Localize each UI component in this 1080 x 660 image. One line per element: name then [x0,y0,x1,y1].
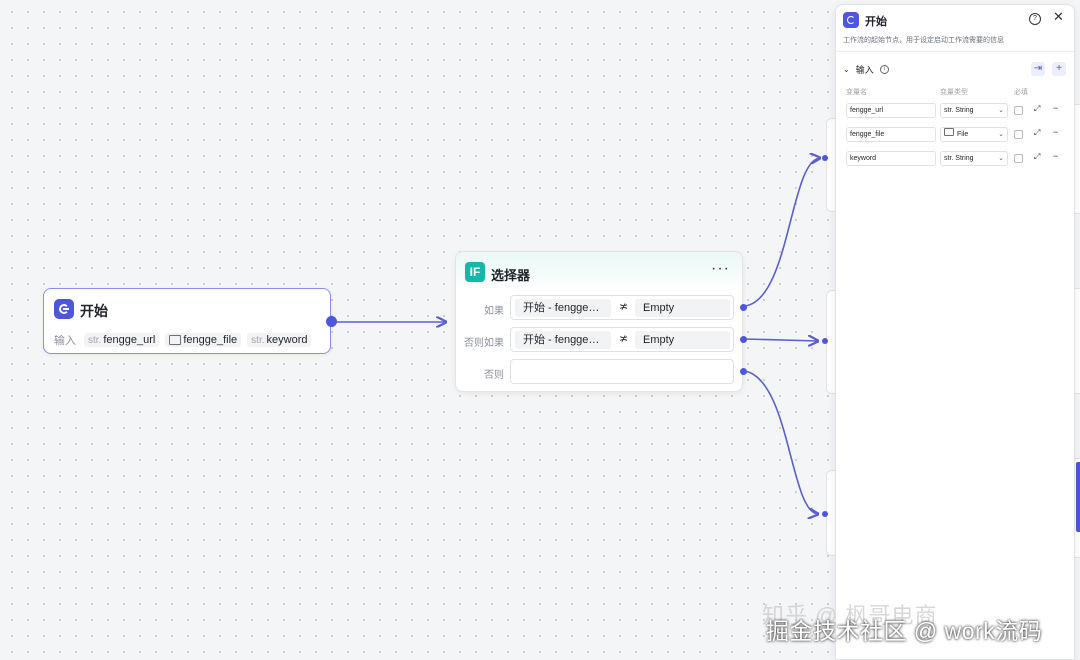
watermark-juejin: 掘金技术社区 @ work流码 [766,618,1043,644]
start-icon [843,12,859,28]
condition-label: 否则如果 [464,338,504,349]
condition-label: 如果 [484,306,504,317]
param-tag: str. fengge_url [84,333,160,347]
variable-name-input[interactable]: fengge_url [846,103,936,118]
condition-left-operand[interactable]: 开始 - fengge… [515,299,611,317]
operator-icon[interactable]: ≭ [619,332,628,345]
param-tag: fengge_file [165,333,242,347]
section-title: 输入 [855,65,874,75]
selector-node-title: 选择器 [491,268,531,283]
remove-variable-button[interactable]: − [1053,127,1058,137]
expand-icon[interactable]: ⤢ [1034,128,1040,138]
remove-variable-button[interactable]: − [1053,151,1058,161]
info-icon[interactable]: i [879,65,889,74]
chevron-down-icon[interactable]: ⌄ [843,65,850,74]
operator-icon[interactable]: ≭ [619,300,628,313]
input-label: 输入 [54,335,76,347]
divider [836,51,1074,52]
expand-icon[interactable]: ⤢ [1034,104,1040,114]
condition-label: 否则 [484,370,504,381]
more-options-icon[interactable]: ··· [711,260,730,278]
close-icon[interactable]: ✕ [1053,9,1064,25]
help-icon[interactable]: ? [1029,13,1041,25]
variable-type-select[interactable]: File ⌄ [940,127,1008,142]
variable-type-select[interactable]: str. String ⌄ [940,103,1008,118]
if-output-port[interactable] [740,304,747,311]
import-button[interactable]: ⇥ [1031,62,1045,76]
edge-else-branch [744,370,818,514]
add-variable-button[interactable]: + [1052,62,1066,76]
column-header-name: 变量名 [846,89,867,96]
chevron-down-icon: ⌄ [998,107,1004,114]
variable-name-input[interactable]: fengge_file [846,127,936,142]
edge-elseif-branch [744,339,818,341]
condition-right-operand[interactable]: Empty [635,299,730,317]
start-node-inputs: 输入 str. fengge_url fengge_file str. keywor… [54,332,312,348]
input-section-header[interactable]: ⌄ 输入 i [843,63,889,76]
column-header-type: 变量类型 [940,89,968,96]
condition-row-elseif[interactable]: 开始 - fengge… ≭ Empty [510,327,734,352]
next-node-2-input-port[interactable] [822,338,828,344]
folder-icon [944,128,954,136]
next-node-3-input-port[interactable] [822,511,828,517]
start-output-port[interactable] [326,316,337,327]
panel-title: 开始 [865,16,887,28]
if-icon: IF [465,262,485,282]
variable-type-select[interactable]: str. String ⌄ [940,151,1008,166]
folder-icon [169,335,182,345]
next-node-1-input-port[interactable] [822,155,828,161]
panel-description: 工作流的起始节点，用于设定启动工作流需要的信息 [843,37,1004,44]
condition-left-operand[interactable]: 开始 - fengge… [515,331,611,349]
column-header-required: 必填 [1014,89,1028,96]
variable-name-input[interactable]: keyword [846,151,936,166]
expand-icon[interactable]: ⤢ [1034,152,1040,162]
edge-if-branch [744,158,820,307]
else-output-port[interactable] [740,368,747,375]
chevron-down-icon: ⌄ [998,131,1004,138]
required-checkbox[interactable] [1014,130,1023,139]
start-icon [54,299,74,319]
condition-row-else[interactable] [510,359,734,384]
required-checkbox[interactable] [1014,106,1023,115]
far-node-3-accent [1076,462,1080,532]
condition-row-if[interactable]: 开始 - fengge… ≭ Empty [510,295,734,320]
required-checkbox[interactable] [1014,154,1023,163]
node-config-panel: 开始 ? ✕ 工作流的起始节点，用于设定启动工作流需要的信息 ⌄ 输入 i ⇥ … [835,4,1075,660]
elseif-output-port[interactable] [740,336,747,343]
param-tag: str. keyword [247,333,312,347]
chevron-down-icon: ⌄ [998,155,1004,162]
selector-node[interactable]: IF 选择器 ··· 如果 开始 - fengge… ≭ Empty 否则如果 … [455,251,747,392]
condition-right-operand[interactable]: Empty [635,331,730,349]
start-node[interactable]: 开始 输入 str. fengge_url fengge_file str. key… [43,288,337,354]
start-node-title: 开始 [80,303,108,319]
remove-variable-button[interactable]: − [1053,103,1058,113]
